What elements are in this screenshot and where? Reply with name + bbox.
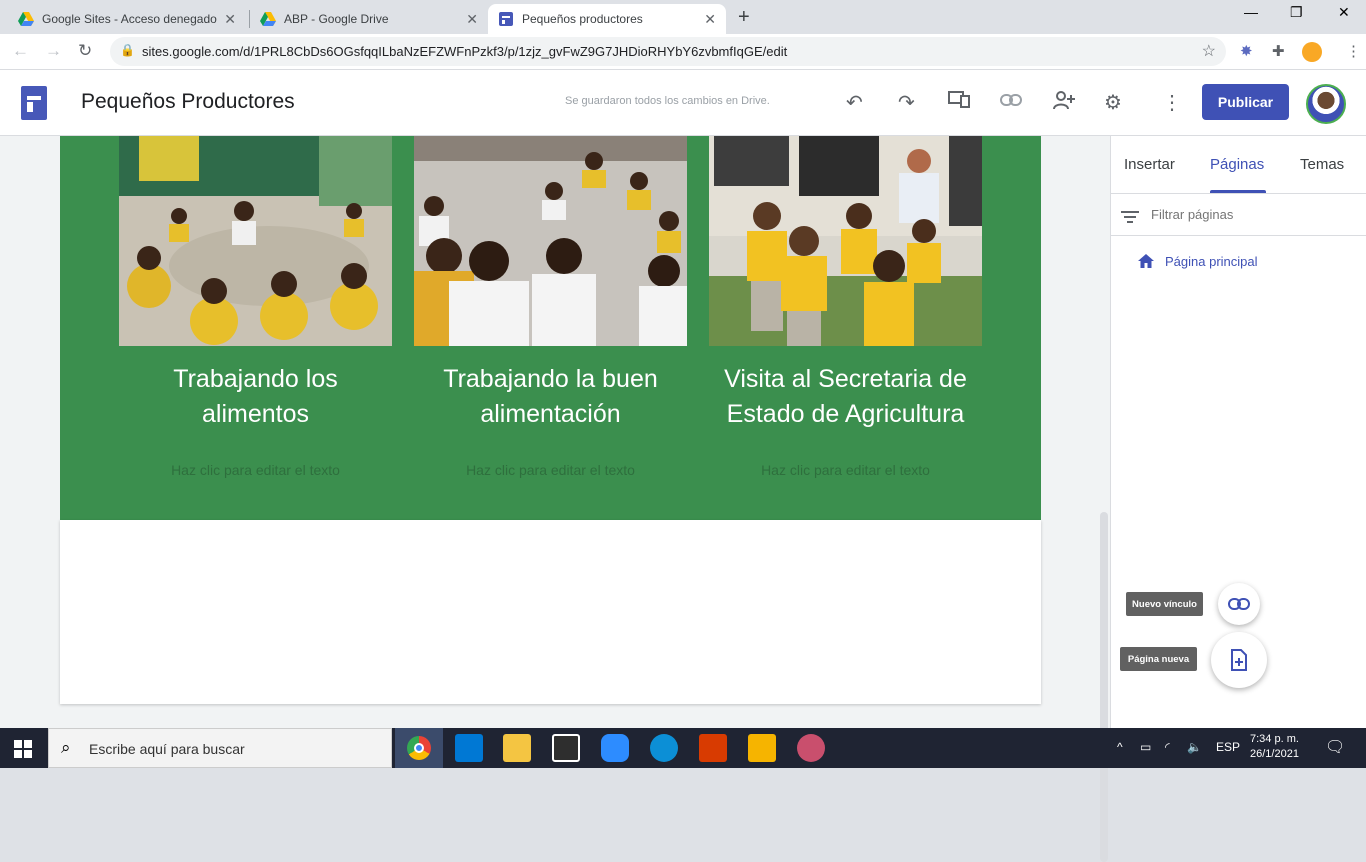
- undo-icon[interactable]: ↶: [846, 90, 863, 115]
- file-explorer-icon[interactable]: [503, 734, 531, 762]
- taskbar-clock[interactable]: 7:34 p. m. 26/1/2021: [1250, 732, 1299, 762]
- new-tab-icon[interactable]: +: [738, 6, 750, 29]
- new-page-tooltip: Página nueva: [1120, 647, 1197, 671]
- sites-header: Pequeños Productores Se guardaron todos …: [0, 70, 1366, 136]
- notes-app-icon[interactable]: [748, 734, 776, 762]
- tab-paginas[interactable]: Páginas: [1210, 156, 1264, 173]
- page-item-home[interactable]: Página principal: [1137, 250, 1258, 272]
- link-icon: [1228, 598, 1250, 610]
- store-icon[interactable]: [552, 734, 580, 762]
- clock-date: 26/1/2021: [1250, 748, 1299, 760]
- filter-pages-input[interactable]: [1151, 207, 1351, 222]
- tab-pequenos-productores[interactable]: Pequeños productores ✕: [488, 4, 726, 34]
- empty-white-section[interactable]: [60, 520, 1041, 704]
- puzzle-icon[interactable]: ✚: [1272, 42, 1285, 60]
- tab-title: Google Sites - Acceso denegado: [42, 12, 217, 26]
- card-title[interactable]: Trabajando los alimentos: [119, 362, 392, 432]
- browser-toolbar: ← → ↻ 🔒 sites.google.com/d/1PRL8CbDs6OGs…: [0, 34, 1366, 70]
- card-title[interactable]: Trabajando la buen alimentación: [414, 362, 687, 432]
- office-icon[interactable]: [699, 734, 727, 762]
- minimize-icon[interactable]: —: [1244, 4, 1258, 20]
- profile-extension-icon[interactable]: [1302, 42, 1322, 62]
- tab-abp-drive[interactable]: ABP - Google Drive ✕: [250, 4, 488, 34]
- windows-taskbar: ⌕ Escribe aquí para buscar ^ ▭ ◜ 🔈 ESP 7…: [0, 728, 1366, 768]
- card-placeholder-text[interactable]: Haz clic para editar el texto: [414, 462, 687, 478]
- site-title[interactable]: Pequeños Productores: [81, 90, 295, 114]
- card-image-visit[interactable]: [709, 136, 982, 346]
- restore-icon[interactable]: ❐: [1290, 4, 1303, 21]
- save-status: Se guardaron todos los cambios en Drive.: [565, 95, 770, 107]
- extension-icon[interactable]: ✸: [1240, 42, 1253, 60]
- editor-canvas: Trabajando los alimentos Haz clic para ed…: [0, 136, 1110, 862]
- windows-start-icon[interactable]: [14, 740, 32, 758]
- green-content-section[interactable]: Trabajando los alimentos Haz clic para ed…: [60, 136, 1041, 520]
- new-link-tooltip: Nuevo vínculo: [1126, 592, 1203, 616]
- link-icon[interactable]: [1000, 90, 1022, 113]
- forward-icon[interactable]: →: [45, 41, 62, 61]
- tab-insertar[interactable]: Insertar: [1124, 156, 1175, 173]
- paint-app-icon[interactable]: [797, 734, 825, 762]
- edge-icon[interactable]: [650, 734, 678, 762]
- tab-temas[interactable]: Temas: [1300, 156, 1344, 173]
- clock-time: 7:34 p. m.: [1250, 733, 1299, 745]
- settings-gear-icon[interactable]: ⚙: [1104, 90, 1122, 115]
- taskbar-search-placeholder: Escribe aquí para buscar: [89, 741, 245, 757]
- chrome-menu-icon[interactable]: ⋮: [1346, 42, 1361, 60]
- taskbar-search-box[interactable]: ⌕ Escribe aquí para buscar: [48, 728, 392, 768]
- card-title[interactable]: Visita al Secretaria de Estado de Agricul…: [709, 362, 982, 432]
- share-add-person-icon[interactable]: [1052, 90, 1076, 116]
- back-icon[interactable]: ←: [12, 41, 29, 61]
- language-indicator[interactable]: ESP: [1216, 740, 1240, 754]
- chrome-taskbar-button[interactable]: [395, 728, 443, 768]
- google-drive-icon: [260, 12, 276, 26]
- home-icon: [1138, 254, 1154, 268]
- volume-icon[interactable]: 🔈: [1187, 740, 1202, 754]
- address-bar[interactable]: 🔒 sites.google.com/d/1PRL8CbDs6OGsfqqILb…: [110, 37, 1226, 66]
- close-icon[interactable]: ✕: [224, 11, 236, 28]
- window-close-icon[interactable]: ✕: [1338, 4, 1350, 21]
- mail-icon[interactable]: [455, 734, 483, 762]
- google-sites-logo-icon[interactable]: [21, 86, 47, 120]
- search-icon: ⌕: [61, 738, 71, 757]
- tab-title: Pequeños productores: [522, 12, 643, 26]
- tray-expand-icon[interactable]: ^: [1117, 740, 1123, 754]
- close-icon[interactable]: ✕: [466, 11, 478, 28]
- wifi-icon[interactable]: ◜: [1165, 740, 1170, 754]
- google-sites-icon: [499, 12, 513, 26]
- reload-icon[interactable]: ↻: [78, 41, 92, 61]
- browser-tab-strip: Google Sites - Acceso denegado ✕ ABP - G…: [0, 0, 1366, 34]
- zoom-icon[interactable]: [601, 734, 629, 762]
- chrome-icon-center: [414, 743, 424, 753]
- bookmark-star-icon[interactable]: ☆: [1202, 41, 1216, 61]
- lock-icon: 🔒: [120, 43, 135, 57]
- new-link-button[interactable]: [1218, 583, 1260, 625]
- card-image-classroom[interactable]: [119, 136, 392, 346]
- preview-devices-icon[interactable]: [948, 90, 970, 114]
- notification-icon[interactable]: 🗨: [1325, 737, 1345, 757]
- divider: [1111, 193, 1366, 194]
- url-text: sites.google.com/d/1PRL8CbDs6OGsfqqILbaN…: [142, 44, 788, 59]
- more-options-icon[interactable]: ⋮: [1162, 90, 1182, 115]
- redo-icon[interactable]: ↷: [898, 90, 915, 115]
- publish-button[interactable]: Publicar: [1202, 84, 1289, 120]
- right-side-panel: Insertar Páginas Temas Página principal …: [1110, 136, 1366, 728]
- canvas-scrollbar[interactable]: [1100, 512, 1108, 862]
- new-page-button[interactable]: [1211, 632, 1267, 688]
- card-placeholder-text[interactable]: Haz clic para editar el texto: [709, 462, 982, 478]
- card-image-circle[interactable]: [414, 136, 687, 346]
- avatar[interactable]: [1306, 84, 1346, 124]
- tab-google-sites[interactable]: Google Sites - Acceso denegado ✕: [8, 4, 246, 34]
- page-item-label: Página principal: [1165, 253, 1258, 269]
- add-page-icon: [1231, 649, 1247, 671]
- divider: [1111, 235, 1366, 236]
- filter-icon: [1121, 208, 1139, 226]
- tab-title: ABP - Google Drive: [284, 12, 389, 26]
- card-placeholder-text[interactable]: Haz clic para editar el texto: [119, 462, 392, 478]
- close-icon[interactable]: ✕: [704, 11, 716, 28]
- google-drive-icon: [18, 12, 34, 26]
- battery-icon[interactable]: ▭: [1140, 740, 1151, 754]
